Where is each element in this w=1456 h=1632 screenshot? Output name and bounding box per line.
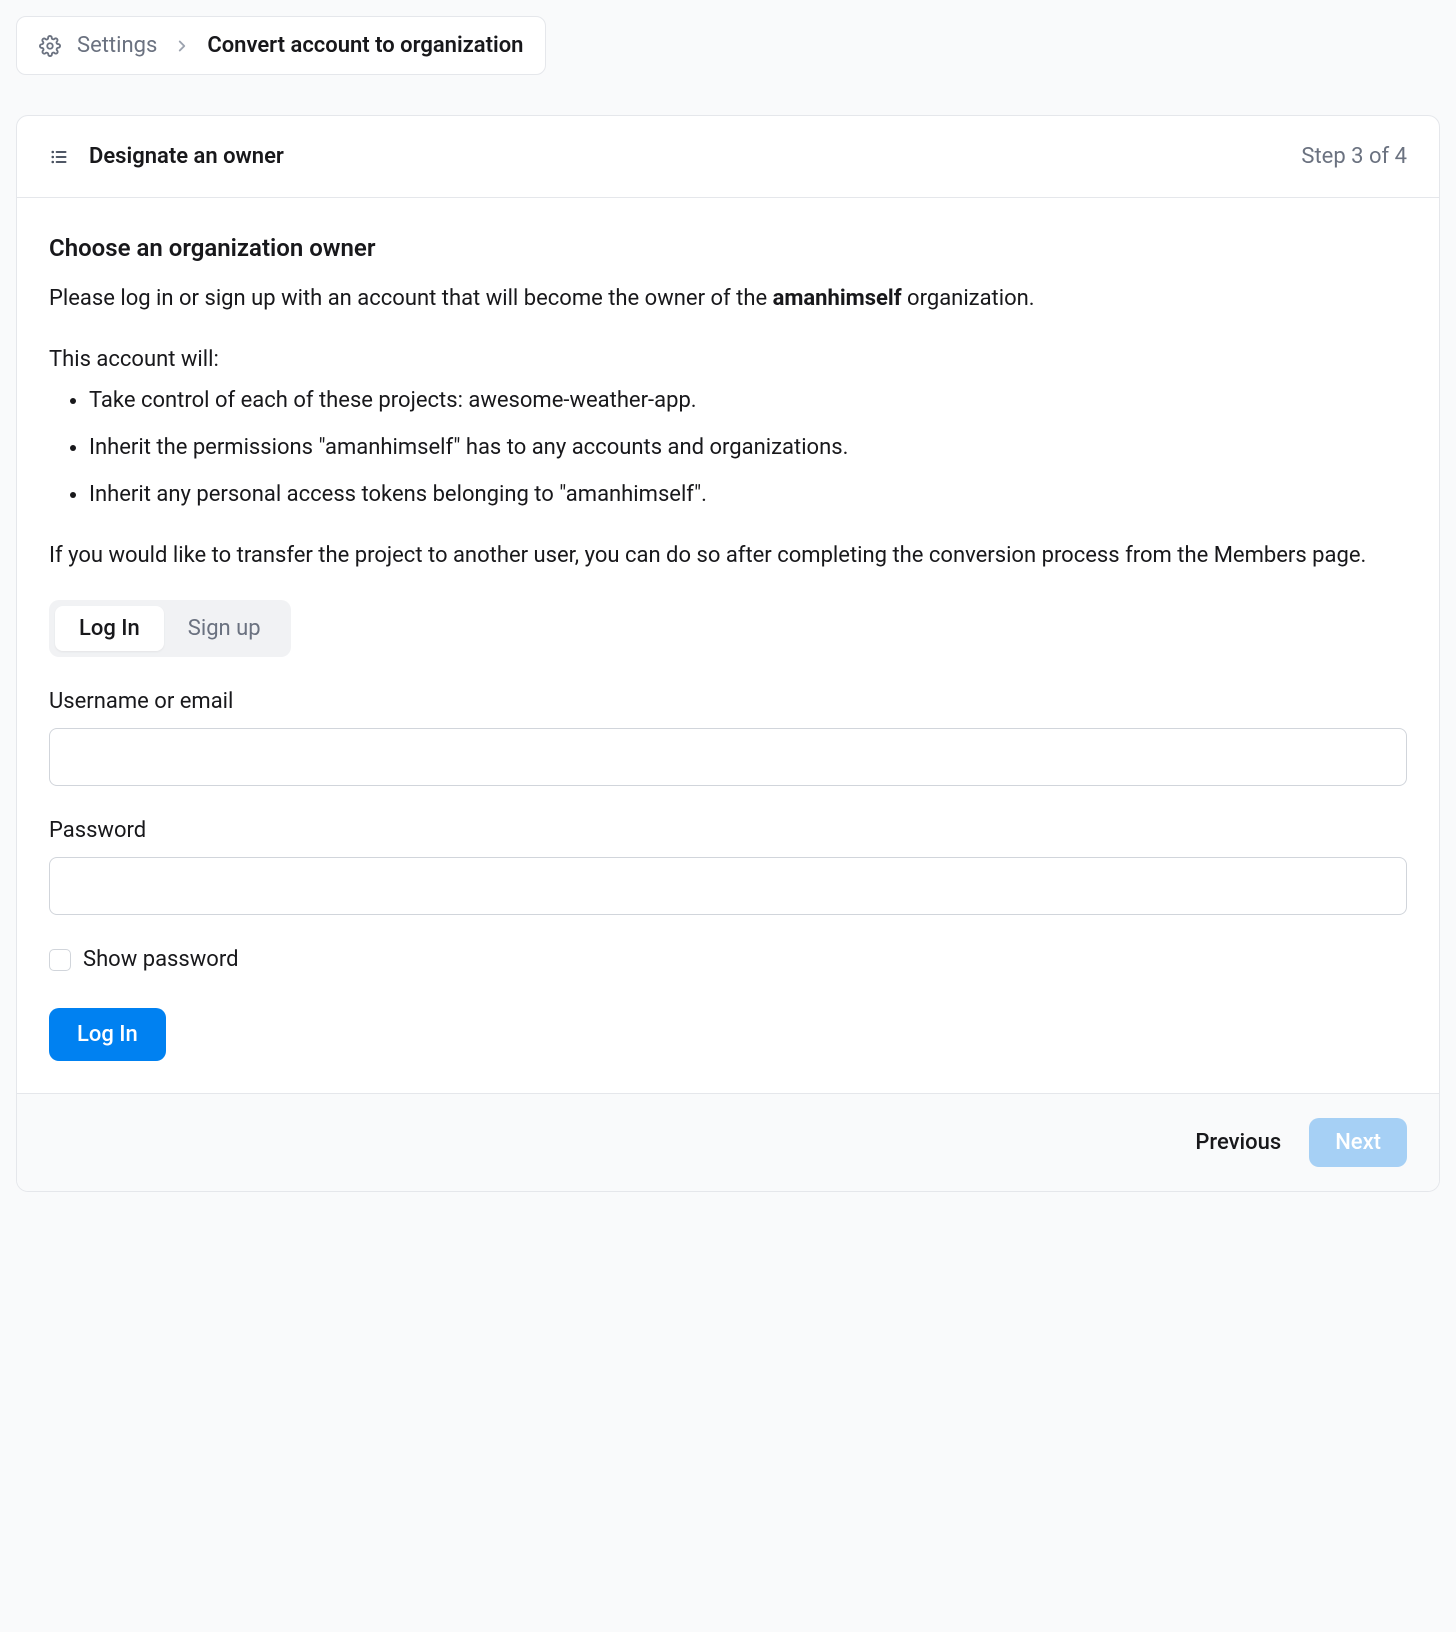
transfer-note: If you would like to transfer the projec…: [49, 539, 1407, 572]
gear-icon: [39, 35, 61, 57]
card-header: Designate an owner Step 3 of 4: [17, 116, 1439, 198]
previous-button[interactable]: Previous: [1195, 1130, 1281, 1155]
intro-prefix: Please log in or sign up with an account…: [49, 286, 773, 311]
list-item: Inherit the permissions "amanhimself" ha…: [89, 431, 1407, 464]
username-label: Username or email: [49, 685, 1407, 718]
wizard-card: Designate an owner Step 3 of 4 Choose an…: [16, 115, 1440, 1192]
step-indicator: Step 3 of 4: [1301, 140, 1407, 173]
show-password-label: Show password: [83, 943, 238, 976]
auth-tab-group: Log In Sign up: [49, 600, 291, 657]
tab-login[interactable]: Log In: [55, 606, 164, 651]
show-password-checkbox[interactable]: [49, 949, 71, 971]
show-password-row: Show password: [49, 943, 1407, 976]
chevron-right-icon: [173, 37, 191, 55]
list-intro: This account will:: [49, 343, 1407, 376]
intro-suffix: organization.: [902, 286, 1035, 311]
password-label: Password: [49, 814, 1407, 847]
card-body: Choose an organization owner Please log …: [17, 198, 1439, 1093]
breadcrumb: Settings Convert account to organization: [16, 16, 546, 75]
breadcrumb-current: Convert account to organization: [207, 29, 523, 62]
next-button[interactable]: Next: [1309, 1118, 1407, 1167]
card-footer: Previous Next: [17, 1093, 1439, 1191]
card-title: Designate an owner: [89, 140, 284, 173]
list-icon: [49, 147, 69, 167]
section-title: Choose an organization owner: [49, 230, 1407, 266]
org-name: amanhimself: [773, 286, 902, 311]
list-item: Take control of each of these projects: …: [89, 384, 1407, 417]
list-item: Inherit any personal access tokens belon…: [89, 478, 1407, 511]
intro-paragraph: Please log in or sign up with an account…: [49, 282, 1407, 315]
username-input[interactable]: [49, 728, 1407, 786]
login-button[interactable]: Log In: [49, 1008, 166, 1061]
tab-signup[interactable]: Sign up: [164, 606, 285, 651]
bullet-list: Take control of each of these projects: …: [49, 384, 1407, 511]
breadcrumb-settings[interactable]: Settings: [77, 29, 157, 62]
password-input[interactable]: [49, 857, 1407, 915]
